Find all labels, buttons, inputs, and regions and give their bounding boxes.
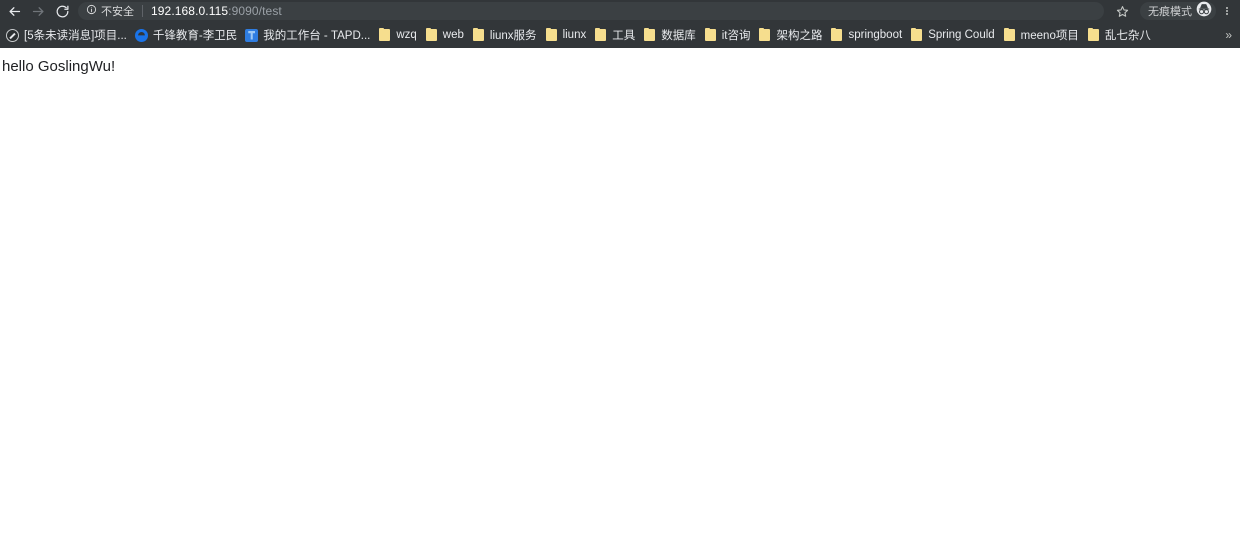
folder-icon bbox=[643, 28, 656, 42]
bookmark-label: Spring Could bbox=[928, 29, 995, 41]
folder-icon bbox=[378, 28, 391, 42]
bookmark-folder[interactable]: liunx bbox=[543, 25, 593, 45]
bookmark-folder[interactable]: web bbox=[423, 25, 470, 45]
page-viewport: hello GoslingWu! bbox=[0, 48, 1240, 555]
bookmark-folder[interactable]: liunx服务 bbox=[470, 25, 543, 45]
page-body-text: hello GoslingWu! bbox=[2, 58, 116, 75]
folder-icon bbox=[545, 28, 558, 42]
chrome-menu-button[interactable] bbox=[1218, 1, 1236, 21]
bookmark-folder[interactable]: Spring Could bbox=[908, 25, 1000, 45]
bookmark-folder[interactable]: 工具 bbox=[592, 25, 641, 45]
arrow-right-icon bbox=[31, 4, 46, 19]
bookmark-folder[interactable]: meeno项目 bbox=[1001, 25, 1085, 45]
info-circle-icon bbox=[86, 2, 97, 20]
bookmark-folder[interactable]: 架构之路 bbox=[756, 25, 828, 45]
bookmark-folder[interactable]: 数据库 bbox=[641, 25, 702, 45]
dark-circle-slash-favicon-icon bbox=[6, 28, 19, 42]
browser-toolbar: 不安全 192.168.0.115:9090/test 无痕模式 bbox=[0, 0, 1240, 22]
folder-icon bbox=[1003, 28, 1016, 42]
url-text[interactable]: 192.168.0.115:9090/test bbox=[151, 4, 282, 18]
arrow-left-icon bbox=[7, 4, 22, 19]
bookmark-label: 工具 bbox=[612, 30, 636, 42]
back-button[interactable] bbox=[2, 1, 26, 21]
blue-round-favicon-icon bbox=[134, 28, 148, 42]
bookmark-label: 数据库 bbox=[661, 30, 696, 42]
bookmark-label: springboot bbox=[848, 29, 903, 41]
bookmark-item[interactable]: [5条未读消息]项目... bbox=[4, 25, 133, 45]
tapd-blue-square-favicon-icon bbox=[245, 28, 259, 42]
incognito-mode-indicator[interactable]: 无痕模式 bbox=[1140, 1, 1216, 22]
omnibox-divider bbox=[142, 5, 143, 17]
bookmark-label: 乱七杂八 bbox=[1104, 30, 1151, 42]
folder-icon bbox=[830, 28, 843, 42]
security-status-label: 不安全 bbox=[101, 6, 134, 18]
bookmark-folder[interactable]: 乱七杂八 bbox=[1085, 25, 1157, 45]
folder-icon bbox=[758, 28, 771, 42]
browser-chrome: 不安全 192.168.0.115:9090/test 无痕模式 [5条未读消息… bbox=[0, 0, 1240, 48]
reload-icon bbox=[55, 4, 70, 19]
bookmark-label: liunx服务 bbox=[489, 30, 537, 42]
address-bar[interactable]: 不安全 192.168.0.115:9090/test bbox=[78, 2, 1104, 20]
folder-icon bbox=[910, 28, 923, 42]
three-dot-menu-icon bbox=[1226, 6, 1228, 16]
bookmark-folder[interactable]: wzq bbox=[376, 25, 422, 45]
bookmark-item[interactable]: 我的工作台 - TAPD... bbox=[243, 25, 376, 45]
bookmarks-bar: [5条未读消息]项目... 千锋教育-李卫民 我的工作台 - TAPD... w… bbox=[0, 22, 1240, 48]
bookmark-folder[interactable]: springboot bbox=[828, 25, 908, 45]
bookmark-label: [5条未读消息]项目... bbox=[24, 30, 127, 42]
bookmark-label: liunx bbox=[562, 29, 587, 41]
bookmark-item[interactable]: 千锋教育-李卫民 bbox=[133, 25, 243, 45]
bookmark-label: meeno项目 bbox=[1020, 30, 1079, 42]
url-host: 192.168.0.115 bbox=[151, 4, 229, 18]
bookmark-label: 千锋教育-李卫民 bbox=[152, 30, 238, 42]
url-path: :9090/test bbox=[228, 4, 282, 18]
bookmark-label: 架构之路 bbox=[776, 30, 823, 42]
star-icon bbox=[1116, 5, 1129, 18]
incognito-mode-label: 无痕模式 bbox=[1148, 6, 1192, 18]
folder-icon bbox=[1087, 28, 1100, 42]
bookmark-label: 我的工作台 - TAPD... bbox=[263, 30, 371, 42]
bookmark-label: it咨询 bbox=[721, 30, 751, 42]
bookmark-label: wzq bbox=[396, 29, 417, 41]
reload-button[interactable] bbox=[50, 1, 74, 21]
toolbar-right-actions: 无痕模式 bbox=[1110, 1, 1236, 21]
bookmark-folder[interactable]: it咨询 bbox=[702, 25, 757, 45]
folder-icon bbox=[425, 28, 438, 42]
bookmarks-overflow-button[interactable]: » bbox=[1219, 28, 1238, 42]
bookmark-star-button[interactable] bbox=[1110, 1, 1134, 21]
folder-icon bbox=[472, 28, 485, 42]
incognito-hat-glasses-icon bbox=[1196, 1, 1212, 22]
security-status-chip[interactable]: 不安全 bbox=[86, 2, 134, 20]
folder-icon bbox=[594, 28, 607, 42]
folder-icon bbox=[704, 28, 717, 42]
forward-button[interactable] bbox=[26, 1, 50, 21]
bookmark-label: web bbox=[442, 29, 464, 41]
